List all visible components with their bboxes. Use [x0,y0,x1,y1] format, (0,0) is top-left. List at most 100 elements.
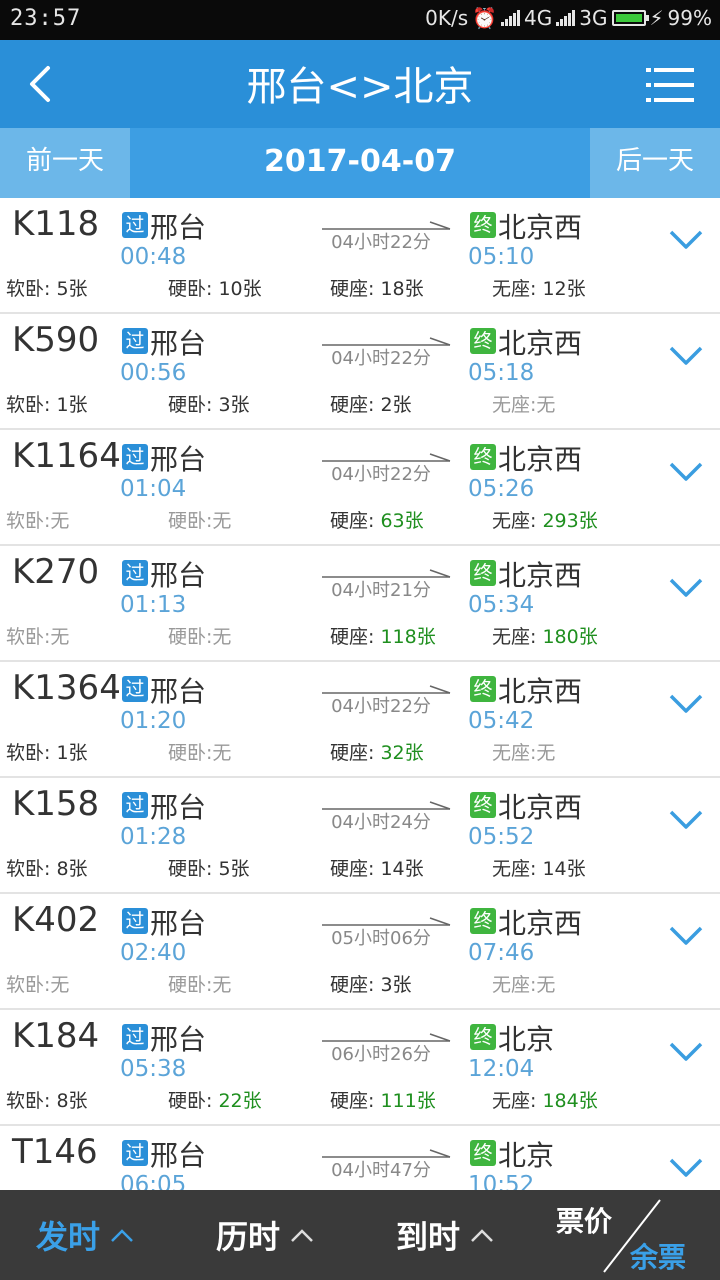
seat-type-label: 软卧: [6,510,51,532]
sort-departure-label: 发时 [36,1218,101,1256]
seat-count: 32张 [380,742,424,764]
train-number: K1364 [12,668,121,708]
network-type-1: 4G [524,6,553,30]
expand-chevron-icon[interactable] [668,460,704,484]
seat-type-label: 硬卧: [168,974,213,996]
terminal-badge: 终 [470,328,496,354]
arrival-time: 05:18 [468,360,535,386]
pass-badge: 过 [122,444,148,470]
terminal-badge: 终 [470,1024,496,1050]
selected-date[interactable]: 2017-04-07 [130,128,590,196]
app-header: 邢台<>北京 [0,40,720,128]
seat-type-label: 硬卧: [168,858,219,880]
expand-chevron-icon[interactable] [668,1156,704,1180]
duration: 04小时22分 [331,348,431,369]
sort-departure-button[interactable]: 发时 [36,1212,134,1258]
seat-type-label: 无座: [492,1090,543,1112]
seat-availability: 软卧: 1张 [6,738,88,765]
expand-chevron-icon[interactable] [668,692,704,716]
sort-arrival-button[interactable]: 到时 [396,1212,494,1258]
to-station: 北京西 [498,327,583,360]
seat-count: 1张 [56,394,88,416]
seat-type-label: 硬卧: [168,626,213,648]
sort-arrival-label: 到时 [396,1218,461,1256]
seat-type-label: 无座: [492,394,537,416]
date-bar: 前一天 2017-04-07 后一天 [0,128,720,198]
train-list[interactable]: K118 过邢台 00:48 04小时22分终北京西 05:10 软卧: 5张 硬卧: 10… [0,198,720,1190]
seat-count: 5张 [218,858,250,880]
seat-count: 8张 [56,858,88,880]
seat-type-label: 硬卧: [168,1090,219,1112]
seat-availability: 无座: 14张 [492,854,586,881]
terminal-badge: 终 [470,444,496,470]
train-row[interactable]: K184 过邢台 05:38 06小时26分 终北京 12:04 软卧: 8张 硬卧: 22张… [0,1010,720,1126]
pass-badge: 过 [122,792,148,818]
train-row[interactable]: T146 过邢台 06:05 04小时47分 终北京 10:52 [0,1126,720,1190]
duration: 04小时22分 [331,464,431,485]
seat-type-label: 软卧: [6,858,57,880]
pass-badge: 过 [122,328,148,354]
seat-availability: 硬卧:无 [168,622,231,649]
train-number: K270 [12,552,100,592]
train-number: K590 [12,320,100,360]
pass-badge: 过 [122,212,148,238]
from-station: 邢台 [150,907,207,940]
to-station: 北京西 [498,675,583,708]
train-number: T146 [12,1132,98,1172]
train-row[interactable]: K118 过邢台 00:48 04小时22分 终北京西 05:10 软卧: 5张 硬卧: 10… [0,198,720,314]
expand-chevron-icon[interactable] [668,576,704,600]
seat-availability: 无座: 12张 [492,274,586,301]
seat-type-label: 无座: [492,974,537,996]
seat-count: 8张 [56,1090,88,1112]
seat-count: 14张 [542,858,586,880]
departure-time: 01:04 [120,476,187,502]
pass-badge: 过 [122,676,148,702]
seat-availability: 硬座: 2张 [330,390,412,417]
prev-day-button[interactable]: 前一天 [0,128,130,198]
expand-chevron-icon[interactable] [668,1040,704,1064]
seat-type-label: 硬座: [330,974,381,996]
train-row[interactable]: K1364 过邢台 01:20 04小时22分终北京西 05:42 软卧: 1张 硬卧:无硬… [0,662,720,778]
terminal-badge: 终 [470,908,496,934]
seat-availability: 无座:无 [492,390,555,417]
seat-count: 5张 [56,278,88,300]
next-day-button[interactable]: 后一天 [590,128,720,198]
expand-chevron-icon[interactable] [668,228,704,252]
seat-availability: 硬卧: 10张 [168,274,262,301]
seat-availability: 软卧: 8张 [6,1086,88,1113]
seat-availability: 硬卧: 5张 [168,854,250,881]
status-time: 23:57 [10,6,82,31]
train-row[interactable]: K402 过邢台 02:40 05小时06分终北京西 07:46 软卧:无 硬卧:无 硬座: … [0,894,720,1010]
expand-chevron-icon[interactable] [668,924,704,948]
seat-type-label: 硬卧: [168,742,213,764]
expand-chevron-icon[interactable] [668,808,704,832]
seat-type-label: 硬座: [330,742,381,764]
train-row[interactable]: K270 过邢台 01:13 04小时21分终北京西 05:34 软卧:无 硬卧:无 硬座: … [0,546,720,662]
seat-count: 无 [536,394,556,416]
status-bar: 23:57 0K/s ⏰ 4G 3G ⚡ 99% [0,0,720,40]
from-station: 邢台 [150,791,207,824]
from-station: 邢台 [150,443,207,476]
train-row[interactable]: K1164 过邢台 01:04 04小时22分终北京西 05:26 软卧:无 硬卧:无 硬座:… [0,430,720,546]
duration: 04小时21分 [331,580,431,601]
train-row[interactable]: K158 过邢台 01:28 04小时24分 终北京西 05:52 软卧: 8张 硬卧: 5张… [0,778,720,894]
seat-count: 无 [50,510,70,532]
duration: 04小时22分 [331,232,431,253]
expand-chevron-icon[interactable] [668,344,704,368]
signal-icon-2 [556,10,576,26]
seat-type-label: 硬座: [330,278,381,300]
train-number: K1164 [12,436,121,476]
to-station: 北京西 [498,907,583,940]
seat-count: 293张 [542,510,598,532]
seat-type-label: 硬卧: [168,510,213,532]
departure-time: 05:38 [120,1056,187,1082]
seat-type-label: 无座: [492,742,537,764]
duration: 04小时24分 [331,812,431,833]
to-station: 北京西 [498,559,583,592]
train-row[interactable]: K590 过邢台 00:56 04小时22分 终北京西 05:18 软卧: 1张 硬卧: 3张… [0,314,720,430]
menu-button[interactable] [646,66,694,104]
departure-time: 00:56 [120,360,187,386]
seat-type-label: 软卧: [6,278,57,300]
sort-duration-button[interactable]: 历时 [216,1212,314,1258]
seat-type-label: 软卧: [6,742,57,764]
